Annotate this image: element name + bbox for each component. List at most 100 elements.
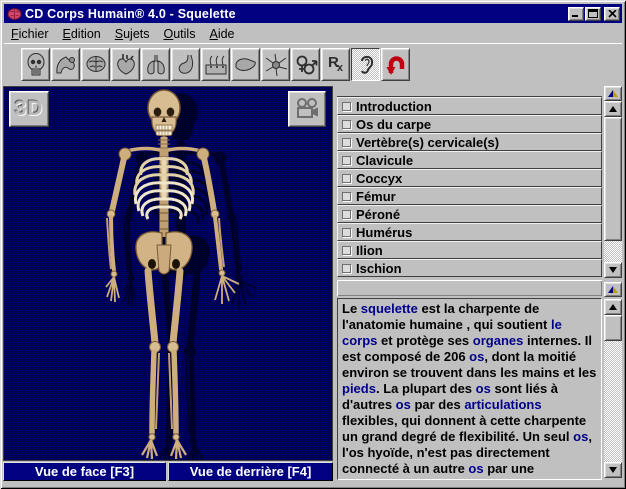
topic-checkbox[interactable] xyxy=(342,192,351,201)
topic-checkbox[interactable] xyxy=(342,120,351,129)
liver-icon xyxy=(234,52,258,78)
front-view-button[interactable]: Vue de face [F3] xyxy=(3,462,166,481)
article-scrollbar[interactable] xyxy=(604,299,622,478)
menu-item[interactable]: Outils xyxy=(157,25,203,43)
title-bar: CD Corps Humain® 4.0 - Squelette xyxy=(4,4,622,23)
topic-label: Os du carpe xyxy=(356,117,431,132)
article-link[interactable]: os xyxy=(476,381,491,396)
neuron-button[interactable] xyxy=(261,48,290,81)
menu-item[interactable]: Sujets xyxy=(108,25,157,43)
prescription-icon: Rx xyxy=(328,55,343,74)
article-link[interactable]: os xyxy=(469,349,484,364)
topic-item[interactable]: Vertèbre(s) cervicale(s) xyxy=(337,133,602,151)
topic-checkbox[interactable] xyxy=(342,156,351,165)
camera-button[interactable] xyxy=(288,91,326,127)
article-text: Le xyxy=(342,301,361,316)
topic-label: Humérus xyxy=(356,225,412,240)
back-view-button[interactable]: Vue de derrière [F4] xyxy=(168,462,333,481)
back-arrow-icon xyxy=(384,52,408,78)
scroll-thumb[interactable] xyxy=(604,117,622,241)
article-text: ; situé dans la gorge, il fixe la xyxy=(412,477,593,480)
topic-label: Introduction xyxy=(356,99,432,114)
topic-item[interactable]: Ilion xyxy=(337,241,602,259)
muscle-button[interactable] xyxy=(51,48,80,81)
liver-button[interactable] xyxy=(231,48,260,81)
topic-checkbox[interactable] xyxy=(342,102,351,111)
article-link[interactable]: pieds xyxy=(342,381,376,396)
neuron-icon xyxy=(264,52,288,78)
stomach-button[interactable] xyxy=(171,48,200,81)
topic-item[interactable]: Coccyx xyxy=(337,169,602,187)
scroll-down-button[interactable] xyxy=(604,462,622,478)
window-controls xyxy=(568,7,620,21)
topic-label: Fémur xyxy=(356,189,396,204)
triangle-down-icon xyxy=(609,467,617,473)
menu-item[interactable]: Fichier xyxy=(4,25,56,43)
minimize-icon xyxy=(571,9,581,18)
topic-checkbox[interactable] xyxy=(342,174,351,183)
heart-button[interactable] xyxy=(111,48,140,81)
camera-icon xyxy=(293,97,321,121)
article-link[interactable]: articulations xyxy=(464,397,541,412)
prescription-button[interactable]: Rx xyxy=(321,48,350,81)
topic-item[interactable]: Humérus xyxy=(337,223,602,241)
article-link[interactable]: os xyxy=(396,397,411,412)
skin-icon xyxy=(204,52,228,78)
menu-item[interactable]: Aide xyxy=(202,25,241,43)
article-link[interactable]: os xyxy=(468,461,483,476)
heart-icon xyxy=(114,52,138,78)
threed-button[interactable]: 3D xyxy=(9,91,49,127)
topic-checkbox[interactable] xyxy=(342,210,351,219)
topic-label: Ilion xyxy=(356,243,383,258)
article-link[interactable]: articulation xyxy=(342,477,412,480)
expand-article-button[interactable] xyxy=(604,282,622,297)
triangle-up-icon xyxy=(609,106,617,112)
scroll-up-button[interactable] xyxy=(604,299,622,315)
panel-spacer xyxy=(337,280,602,296)
ear-button[interactable] xyxy=(351,48,380,81)
topic-label: Vertèbre(s) cervicale(s) xyxy=(356,135,499,150)
skeleton-viewer: 3D xyxy=(3,86,333,461)
lungs-button[interactable] xyxy=(141,48,170,81)
topic-checkbox[interactable] xyxy=(342,246,351,255)
brain-button[interactable] xyxy=(81,48,110,81)
topic-item[interactable]: Péroné xyxy=(337,205,602,223)
topic-item[interactable]: Os du carpe xyxy=(337,115,602,133)
back-button[interactable] xyxy=(381,48,410,81)
topics-list: Introduction Os du carpe Vertèbre(s) cer… xyxy=(337,96,602,277)
topic-item[interactable]: Introduction xyxy=(337,97,602,115)
article-text: et protège ses xyxy=(377,333,472,348)
topic-checkbox[interactable] xyxy=(342,228,351,237)
skin-button[interactable] xyxy=(201,48,230,81)
topic-item[interactable]: Fémur xyxy=(337,187,602,205)
topic-checkbox[interactable] xyxy=(342,138,351,147)
topic-label: Coccyx xyxy=(356,171,402,186)
close-icon xyxy=(608,10,617,18)
expand-up-icon xyxy=(607,89,619,98)
gender-icon xyxy=(294,52,318,78)
brain-icon xyxy=(84,52,108,78)
article-text: par des xyxy=(411,397,464,412)
topic-checkbox[interactable] xyxy=(342,264,351,273)
topic-label: Clavicule xyxy=(356,153,413,168)
article-link[interactable]: os xyxy=(573,429,588,444)
close-button[interactable] xyxy=(604,7,620,21)
article-link[interactable]: squelette xyxy=(361,301,418,316)
app-brain-icon xyxy=(7,7,22,21)
scroll-thumb[interactable] xyxy=(604,315,622,341)
gender-button[interactable] xyxy=(291,48,320,81)
scroll-down-button[interactable] xyxy=(604,262,622,278)
topics-scrollbar[interactable] xyxy=(604,101,622,278)
minimize-button[interactable] xyxy=(568,7,584,21)
expand-topics-button[interactable] xyxy=(604,86,622,101)
toolbar: Rx xyxy=(4,43,622,85)
article-panel: Le squelette est la charpente de l'anato… xyxy=(337,298,602,480)
skull-button[interactable] xyxy=(21,48,50,81)
article-link[interactable]: organes xyxy=(473,333,524,348)
maximize-button[interactable] xyxy=(585,7,601,21)
topic-item[interactable]: Ischion xyxy=(337,259,602,277)
menu-item[interactable]: Edition xyxy=(56,25,108,43)
scroll-up-button[interactable] xyxy=(604,101,622,117)
lungs-icon xyxy=(144,52,168,78)
topic-item[interactable]: Clavicule xyxy=(337,151,602,169)
